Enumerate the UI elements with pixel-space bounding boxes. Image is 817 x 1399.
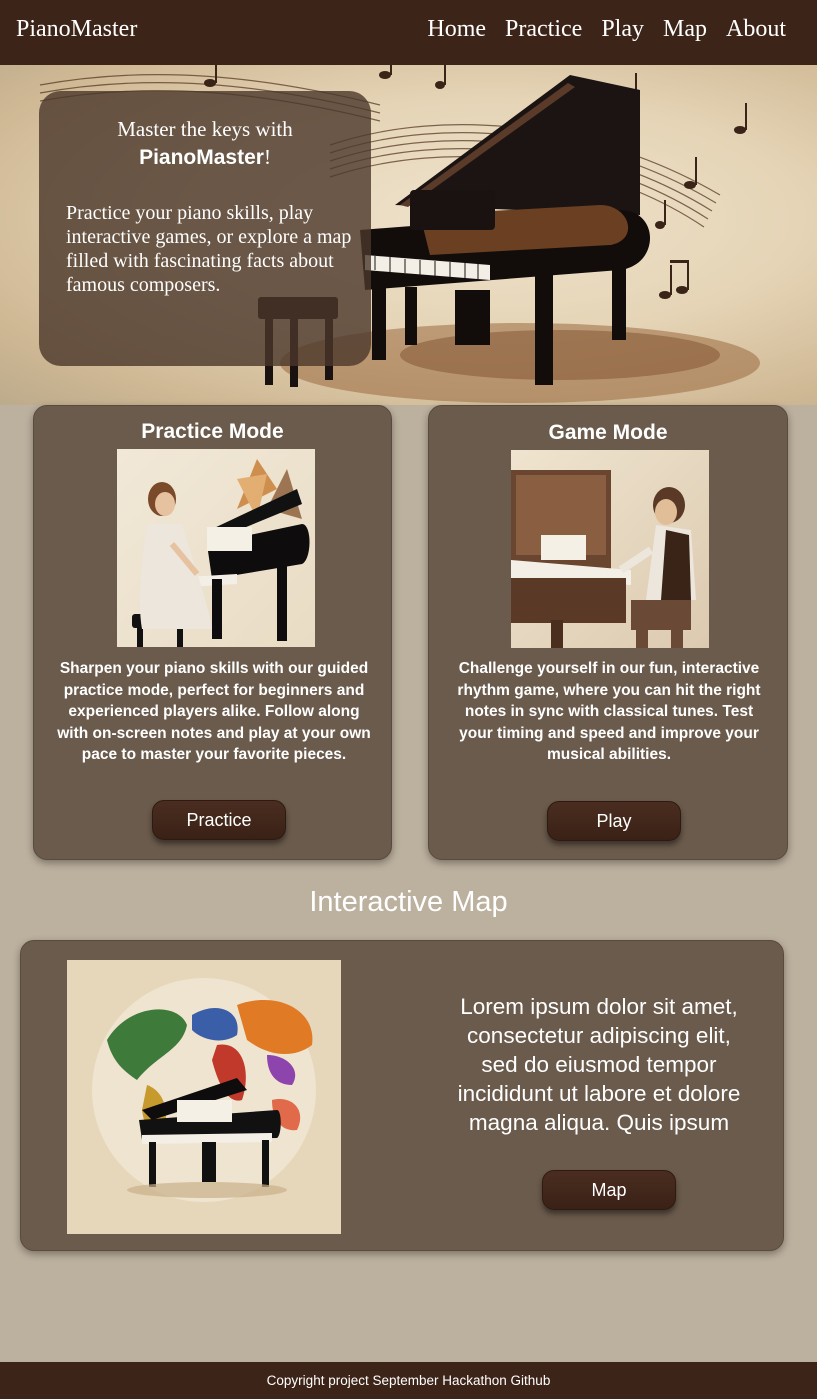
practice-card-description: Sharpen your piano skills with our guide… bbox=[57, 660, 371, 764]
top-navigation: PianoMaster Home Practice Play Map About bbox=[0, 0, 817, 65]
nav-link-home[interactable]: Home bbox=[427, 16, 486, 43]
woman-at-piano-illustration bbox=[132, 459, 310, 647]
practice-card-image bbox=[117, 449, 315, 647]
hero-intro-panel: Master the keys with PianoMaster! Practi… bbox=[39, 91, 371, 366]
hero-title: Master the keys with PianoMaster! bbox=[39, 115, 371, 172]
nav-links: Home Practice Play Map About bbox=[427, 16, 786, 43]
nav-link-practice[interactable]: Practice bbox=[505, 16, 582, 43]
practice-card-title: Practice Mode bbox=[141, 420, 284, 443]
map-button[interactable]: Map bbox=[542, 1170, 676, 1210]
hero-description: Practice your piano skills, play interac… bbox=[66, 202, 352, 296]
interactive-map-card: Lorem ipsum dolor sit amet, consectetur … bbox=[20, 940, 784, 1251]
hero-title-prefix: Master the keys with bbox=[117, 117, 293, 141]
nav-link-play[interactable]: Play bbox=[601, 16, 644, 43]
game-mode-card: Game Mode Challenge yourself in our fun,… bbox=[428, 405, 788, 860]
play-button[interactable]: Play bbox=[547, 801, 681, 841]
world-map-piano-illustration bbox=[67, 960, 341, 1234]
practice-button[interactable]: Practice bbox=[152, 800, 286, 840]
page-footer: Copyright project September Hackathon Gi… bbox=[0, 1362, 817, 1399]
interactive-map-heading: Interactive Map bbox=[309, 886, 508, 918]
hero-banner: Master the keys with PianoMaster! Practi… bbox=[0, 65, 817, 405]
map-card-image bbox=[67, 960, 341, 1234]
nav-link-about[interactable]: About bbox=[726, 16, 786, 43]
map-card-description: Lorem ipsum dolor sit amet, consectetur … bbox=[457, 994, 741, 1135]
game-card-title: Game Mode bbox=[548, 421, 668, 444]
hero-title-brand: PianoMaster bbox=[139, 146, 264, 169]
nav-link-map[interactable]: Map bbox=[663, 16, 707, 43]
brand-logo[interactable]: PianoMaster bbox=[16, 16, 137, 43]
hero-title-suffix: ! bbox=[263, 145, 271, 169]
man-at-piano-illustration bbox=[511, 470, 696, 648]
game-card-description: Challenge yourself in our fun, interacti… bbox=[457, 660, 761, 764]
game-card-image bbox=[511, 450, 709, 648]
practice-mode-card: Practice Mode Sharpen your piano skills … bbox=[33, 405, 392, 860]
